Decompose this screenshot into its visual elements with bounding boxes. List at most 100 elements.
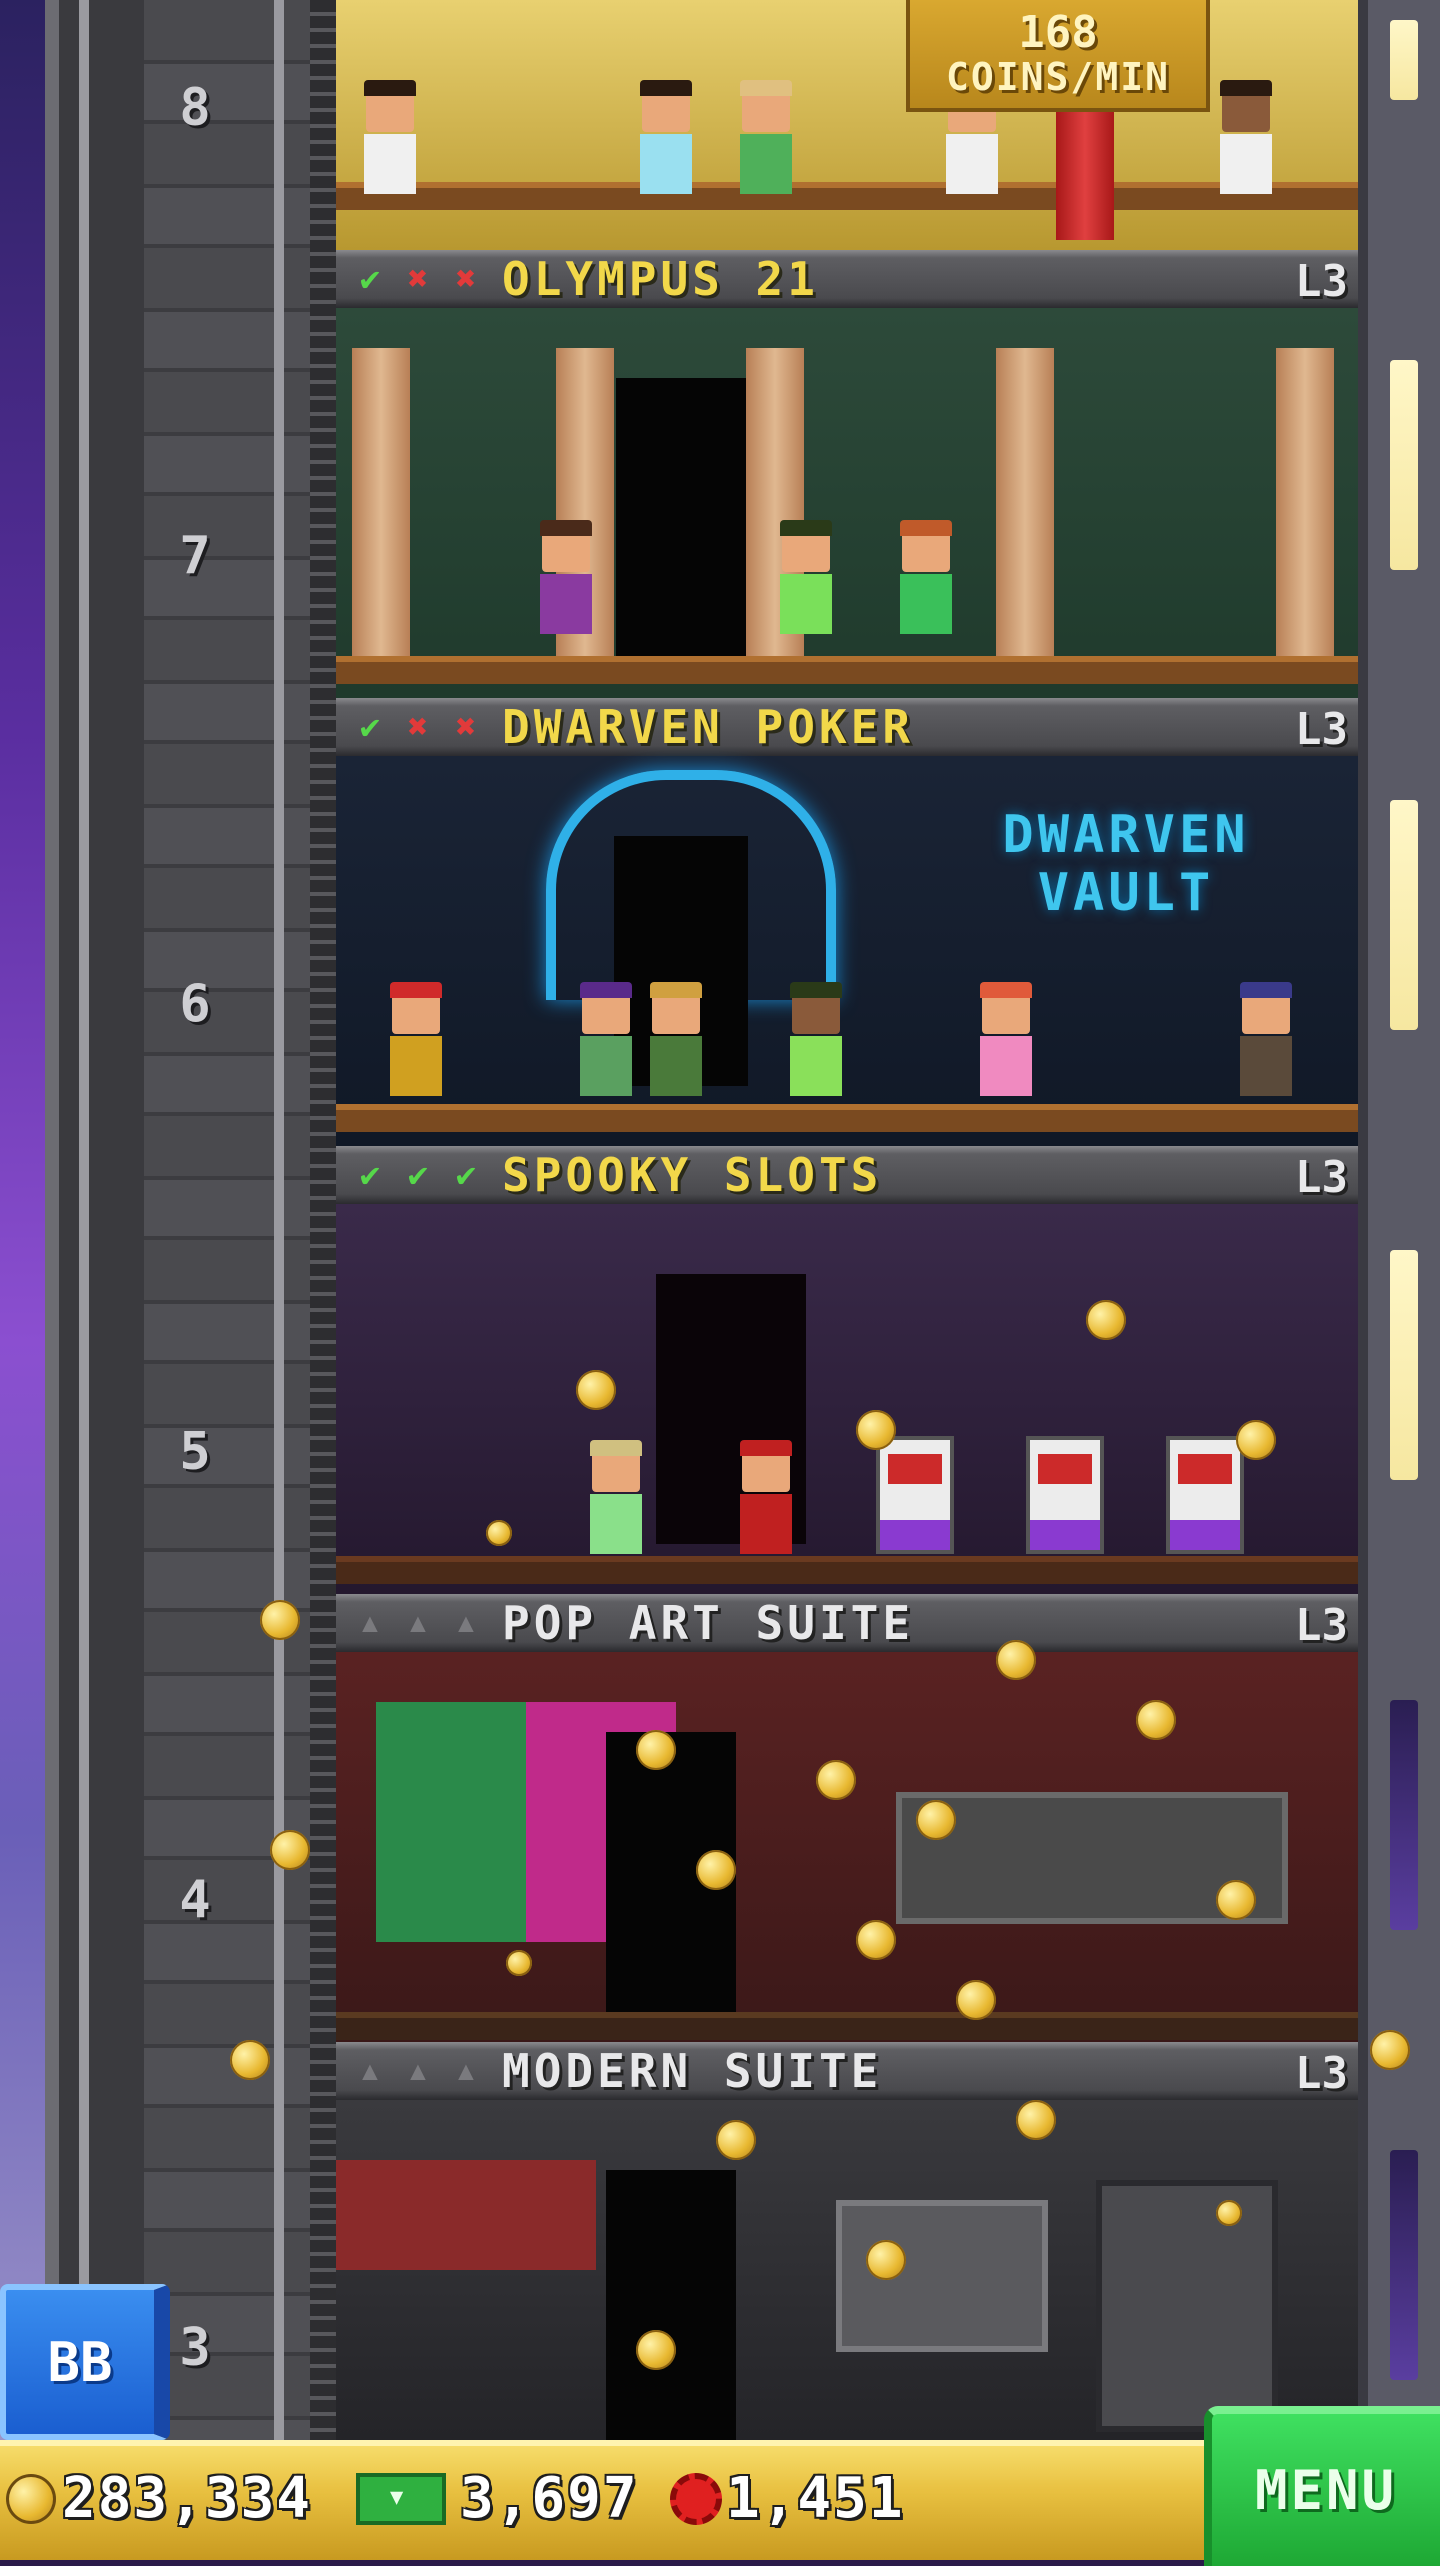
bitizen[interactable] xyxy=(576,982,636,1096)
coin[interactable] xyxy=(1370,2030,1410,2070)
coin[interactable] xyxy=(996,1640,1036,1680)
room-level: L3 xyxy=(1295,1152,1348,1203)
coin[interactable] xyxy=(230,2040,270,2080)
room-name: POP ART SUITE xyxy=(502,1596,915,1650)
coin[interactable] xyxy=(916,1800,956,1840)
empty-star-icon: ▲ xyxy=(458,1608,474,1638)
bitizen[interactable] xyxy=(360,80,420,194)
x-icon: ✖ xyxy=(455,259,477,299)
coin[interactable] xyxy=(576,1370,616,1410)
window xyxy=(1390,800,1418,1030)
room-interior xyxy=(336,308,1358,698)
bitbook-button[interactable]: BB xyxy=(0,2284,170,2440)
x-icon: ✖ xyxy=(455,707,477,747)
room-level: L3 xyxy=(1295,1600,1348,1651)
window xyxy=(1390,20,1418,100)
status-bar: 283,334 3,697 1,451 MENU xyxy=(0,2406,1440,2566)
coin[interactable] xyxy=(716,2120,756,2160)
room-header[interactable]: ✔ ✔ ✔ SPOOKY SLOTS L3 xyxy=(336,1146,1358,1204)
bitizen[interactable] xyxy=(736,80,796,194)
coin[interactable] xyxy=(270,1830,310,1870)
coin[interactable] xyxy=(856,1920,896,1960)
elevator-shaft[interactable] xyxy=(45,0,335,2440)
bookshelf xyxy=(1096,2180,1278,2432)
bitizen[interactable] xyxy=(1236,982,1296,1096)
empty-star-icon: ▲ xyxy=(410,1608,426,1638)
sky-background xyxy=(0,0,45,2440)
coin[interactable] xyxy=(696,1850,736,1890)
check-icon: ✔ xyxy=(359,707,381,747)
floor-number-6: 6 xyxy=(179,974,211,1034)
coin[interactable] xyxy=(1086,1300,1126,1340)
counter xyxy=(336,1104,1358,1132)
bitizen[interactable] xyxy=(636,80,696,194)
window xyxy=(1390,2150,1418,2380)
bitizen[interactable] xyxy=(776,520,836,634)
bitizen[interactable] xyxy=(536,520,596,634)
room-level: L3 xyxy=(1295,704,1348,755)
room-name: MODERN SUITE xyxy=(502,2044,883,2098)
coins-per-minute-value: 168 xyxy=(1018,7,1098,58)
coin[interactable] xyxy=(1236,1420,1276,1460)
vault-sign: DWARVEN VAULT xyxy=(926,806,1326,922)
menu-button-label: MENU xyxy=(1254,2458,1398,2522)
coin[interactable] xyxy=(636,1730,676,1770)
bitizen[interactable] xyxy=(1216,80,1276,194)
coin[interactable] xyxy=(1016,2100,1056,2140)
room-name: SPOOKY SLOTS xyxy=(502,1148,883,1202)
bitizen[interactable] xyxy=(386,982,446,1096)
floor-4-room[interactable]: ▲ ▲ ▲ POP ART SUITE L3 xyxy=(336,1594,1358,2042)
x-icon: ✖ xyxy=(407,707,429,747)
bitizen[interactable] xyxy=(736,1440,796,1554)
coin[interactable] xyxy=(1216,1880,1256,1920)
coin[interactable] xyxy=(866,2240,906,2280)
floor-8-room[interactable]: 168 COINS/MIN xyxy=(336,0,1358,250)
coin[interactable] xyxy=(260,1600,300,1640)
bitbook-button-label: BB xyxy=(47,2330,113,2394)
room-header[interactable]: ✔ ✖ ✖ OLYMPUS 21 L3 xyxy=(336,250,1358,308)
floor-strip xyxy=(336,2012,1358,2040)
bitizen[interactable] xyxy=(976,982,1036,1096)
room-star-row: ✔ ✔ ✔ xyxy=(348,1155,488,1195)
bitizen[interactable] xyxy=(646,982,706,1096)
bitizen[interactable] xyxy=(586,1440,646,1554)
floor-6-room[interactable]: ✔ ✖ ✖ DWARVEN POKER L3 DWARVEN VAULT xyxy=(336,698,1358,1146)
coin[interactable] xyxy=(506,1950,532,1976)
menu-button[interactable]: MENU xyxy=(1204,2406,1440,2566)
bux-counter[interactable]: 3,697 xyxy=(356,2466,639,2531)
coins-per-minute-sign[interactable]: 168 COINS/MIN xyxy=(906,0,1210,112)
coin[interactable] xyxy=(1216,2200,1242,2226)
coin[interactable] xyxy=(486,1520,512,1546)
window xyxy=(1390,1700,1418,1930)
counter xyxy=(336,656,1358,684)
room-header[interactable]: ▲ ▲ ▲ POP ART SUITE L3 xyxy=(336,1594,1358,1652)
room-interior xyxy=(336,2100,1358,2440)
wall-painting xyxy=(836,2200,1048,2352)
pillar xyxy=(1276,348,1334,658)
coin[interactable] xyxy=(636,2330,676,2370)
vault-sign-line: VAULT xyxy=(1037,863,1215,923)
bitizen[interactable] xyxy=(896,520,956,634)
floor-7-room[interactable]: ✔ ✖ ✖ OLYMPUS 21 L3 xyxy=(336,250,1358,698)
room-star-row: ✔ ✖ ✖ xyxy=(348,259,488,299)
shaft-rail-right xyxy=(274,0,284,2440)
check-icon: ✔ xyxy=(359,259,381,299)
slot-machine xyxy=(1166,1436,1244,1554)
room-header[interactable]: ▲ ▲ ▲ MODERN SUITE L3 xyxy=(336,2042,1358,2100)
floor-number-8: 8 xyxy=(179,78,211,138)
room-name: DWARVEN POKER xyxy=(502,700,915,754)
bitizen[interactable] xyxy=(786,982,846,1096)
coin[interactable] xyxy=(1136,1700,1176,1740)
room-interior xyxy=(336,1652,1358,2042)
slot-machine xyxy=(876,1436,954,1554)
empty-star-icon: ▲ xyxy=(362,1608,378,1638)
floor-3-room[interactable]: ▲ ▲ ▲ MODERN SUITE L3 xyxy=(336,2042,1358,2440)
pop-art-painting xyxy=(376,1702,526,1942)
room-level: L3 xyxy=(1295,2048,1348,2099)
coins-counter[interactable]: 283,334 xyxy=(6,2466,312,2531)
room-header[interactable]: ✔ ✖ ✖ DWARVEN POKER L3 xyxy=(336,698,1358,756)
coin[interactable] xyxy=(816,1760,856,1800)
coin[interactable] xyxy=(956,1980,996,2020)
chips-counter[interactable]: 1,451 xyxy=(670,2466,905,2531)
coin[interactable] xyxy=(856,1410,896,1450)
